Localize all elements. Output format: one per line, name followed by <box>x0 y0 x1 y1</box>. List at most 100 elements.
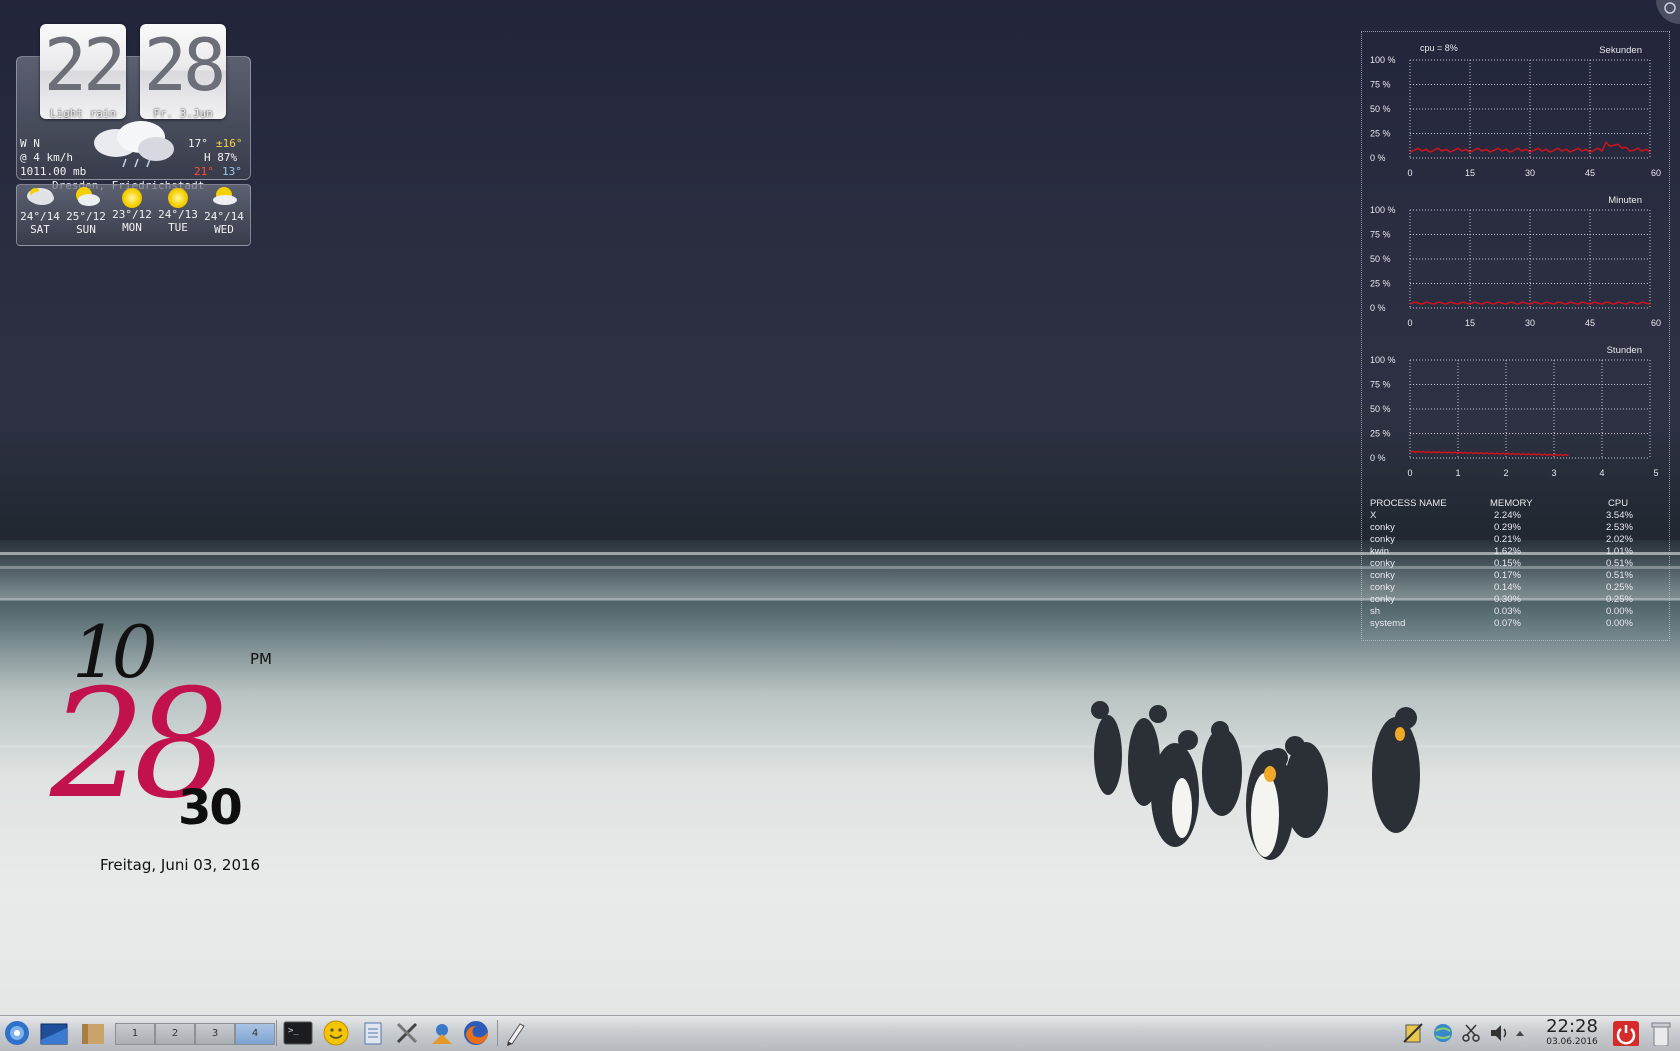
sun-icon <box>168 188 188 208</box>
x-tick-label: 45 <box>1585 168 1595 178</box>
process-row: systemd 0.07% 0.00% <box>1370 618 1660 630</box>
x-tick-label: 0 <box>1407 468 1412 478</box>
cpu-trace <box>1409 450 1569 457</box>
partly-sunny-icon <box>213 187 237 205</box>
y-tick-label: 0 % <box>1370 303 1386 313</box>
y-tick-label: 0 % <box>1370 453 1386 463</box>
taskbar-clock-time: 22:28 <box>1546 1016 1598 1037</box>
y-tick-label: 75 % <box>1370 230 1391 240</box>
show-desktop-icon[interactable] <box>40 1020 68 1046</box>
process-name: X <box>1370 510 1377 521</box>
scissors-icon[interactable] <box>1460 1022 1482 1044</box>
process-row: X 2.24% 3.54% <box>1370 510 1660 522</box>
folder-view-icon[interactable] <box>78 1020 106 1046</box>
process-row: sh 0.03% 0.00% <box>1370 606 1660 618</box>
kde-menu-icon[interactable] <box>4 1020 30 1046</box>
big-clock-second: 30 <box>178 780 243 836</box>
process-memory: 0.21% <box>1494 534 1521 545</box>
y-tick-label: 100 % <box>1370 205 1396 215</box>
process-memory: 0.15% <box>1494 558 1521 569</box>
graph-title: Stunden <box>1607 345 1642 356</box>
taskbar-clock[interactable]: 22:28 03.06.2016 <box>1538 1016 1606 1048</box>
forecast-day: 23°/12 MON <box>109 185 155 234</box>
x-tick-label: 30 <box>1525 168 1535 178</box>
process-row: conky 0.30% 0.25% <box>1370 594 1660 606</box>
system-settings-icon[interactable] <box>428 1020 456 1046</box>
trash-icon[interactable] <box>1648 1020 1674 1046</box>
x-tick-label: 5 <box>1653 468 1658 478</box>
process-memory: 0.03% <box>1494 606 1521 617</box>
process-memory: 1.62% <box>1494 546 1521 557</box>
desktop-pager-1[interactable]: 1 <box>115 1023 155 1045</box>
process-memory: 0.29% <box>1494 522 1521 533</box>
partly-sunny-icon <box>76 187 100 206</box>
forecast-temp: 24°/14 <box>204 210 244 223</box>
process-cpu: 2.02% <box>1606 534 1633 545</box>
forecast-temp: 25°/12 <box>66 210 106 223</box>
editor-icon[interactable] <box>502 1020 528 1046</box>
forecast-day-label: TUE <box>168 221 188 234</box>
memory-header: MEMORY <box>1490 498 1533 509</box>
process-name: conky <box>1370 558 1395 569</box>
process-name-header: PROCESS NAME <box>1370 498 1447 509</box>
cashew-icon <box>1664 2 1676 14</box>
process-row: conky 0.21% 2.02% <box>1370 534 1660 546</box>
humidity: H 87% <box>204 151 238 164</box>
y-tick-label: 0 % <box>1370 153 1386 163</box>
forecast-temp: 24°/14 <box>20 210 60 223</box>
forecast-day: 24°/14 WED <box>201 185 247 236</box>
process-memory: 0.14% <box>1494 582 1521 593</box>
x-tick-label: 45 <box>1585 318 1595 328</box>
process-memory: 0.17% <box>1494 570 1521 581</box>
process-header: PROCESS NAME MEMORY CPU <box>1370 498 1660 510</box>
y-tick-label: 25 % <box>1370 279 1391 289</box>
notes-icon[interactable] <box>360 1020 386 1046</box>
big-clock-ampm: PM <box>250 650 272 668</box>
graph-title: Sekunden <box>1599 45 1642 56</box>
taskbar: 1234 >_ 22:28 03.06.2016 <box>0 1015 1680 1051</box>
y-tick-label: 100 % <box>1370 355 1396 365</box>
x-tick-label: 60 <box>1651 168 1661 178</box>
network-globe-icon[interactable] <box>1432 1022 1454 1044</box>
separator <box>276 1020 277 1046</box>
tools-icon[interactable] <box>394 1020 422 1046</box>
desktop-pager-2[interactable]: 2 <box>155 1023 195 1045</box>
high-temp: 21° <box>194 165 214 178</box>
process-row: conky 0.17% 0.51% <box>1370 570 1660 582</box>
process-name: conky <box>1370 570 1395 581</box>
x-tick-label: 0 <box>1407 168 1412 178</box>
process-cpu: 1.01% <box>1606 546 1633 557</box>
big-clock-widget: 10 PM 28 30 Freitag, Juni 03, 2016 <box>50 610 290 880</box>
desktop-pager-4[interactable]: 4 <box>235 1023 275 1045</box>
forecast-temp: 23°/12 <box>112 208 152 221</box>
current-temp: 17° <box>188 137 208 150</box>
y-tick-label: 50 % <box>1370 254 1391 264</box>
desktop-pager-3[interactable]: 3 <box>195 1023 235 1045</box>
firefox-icon[interactable] <box>462 1020 490 1046</box>
cpu-graph: Stunden 100 % 75 % 50 % 25 % 0 % 0 1 2 3 4 5 <box>1362 332 1669 478</box>
terminal-icon[interactable]: >_ <box>283 1020 313 1046</box>
smiley-icon[interactable] <box>322 1020 350 1046</box>
penguins-image <box>1091 701 1420 860</box>
flip-clock-minute: 28 Fr. 3.Jun <box>140 23 227 120</box>
x-tick-label: 4 <box>1599 468 1604 478</box>
cpu-graph-canvas: Minuten 100 % 75 % 50 % 25 % 0 % 0 15 30 45 60 <box>1370 195 1661 328</box>
pressure: 1011.00 mb <box>20 165 87 178</box>
process-memory: 0.30% <box>1494 594 1521 605</box>
process-row: kwin 1.62% 1.01% <box>1370 546 1660 558</box>
forecast-panel: 24°/14 SAT 25°/12 SUN 23°/12 MON 24°/13 … <box>16 184 251 246</box>
flip-minute-value: 28 <box>143 23 227 107</box>
wind-speed: @ 4 km/h <box>20 151 73 164</box>
forecast-day-label: MON <box>122 221 142 234</box>
tray-expand-icon[interactable] <box>1514 1022 1526 1044</box>
x-tick-label: 30 <box>1525 318 1535 328</box>
clipboard-icon[interactable] <box>1402 1022 1424 1044</box>
forecast-temp: 24°/13 <box>158 208 198 221</box>
power-icon[interactable] <box>1612 1020 1640 1046</box>
process-cpu: 2.53% <box>1606 522 1633 533</box>
flip-clock-hour: 22 Light rain <box>40 24 126 120</box>
y-tick-label: 25 % <box>1370 129 1391 139</box>
cpu-graph-canvas: Stunden 100 % 75 % 50 % 25 % 0 % 0 1 2 3 4 5 <box>1370 345 1659 478</box>
taskbar-clock-date: 03.06.2016 <box>1546 1037 1598 1047</box>
volume-icon[interactable] <box>1488 1022 1510 1044</box>
